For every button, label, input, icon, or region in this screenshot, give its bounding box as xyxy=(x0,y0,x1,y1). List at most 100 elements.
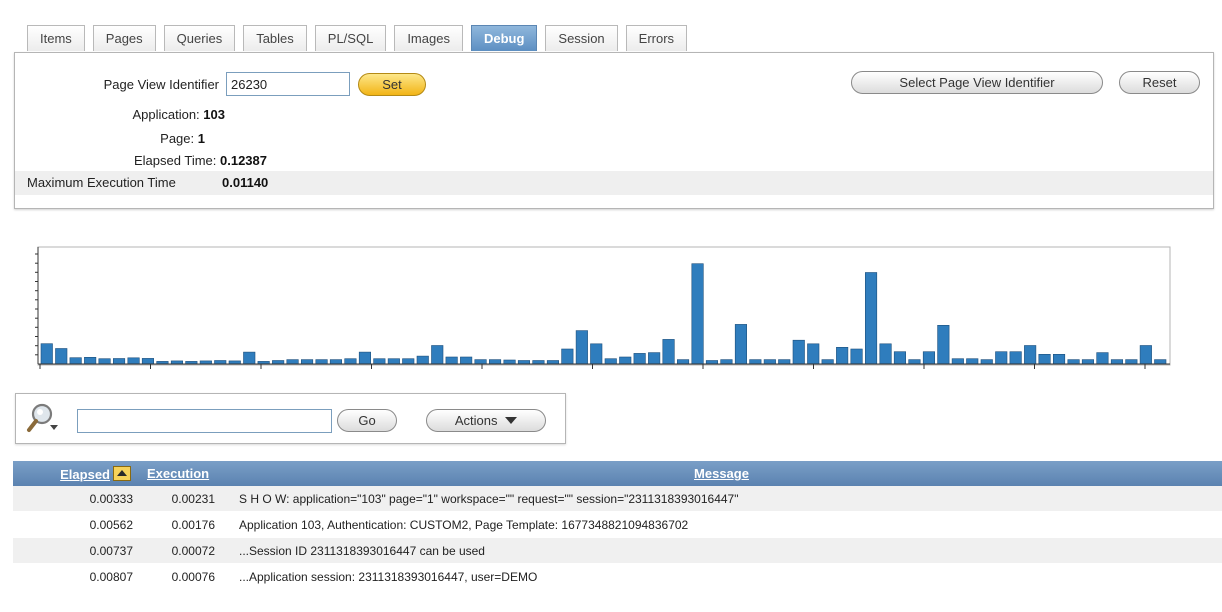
sort-ascending-icon[interactable] xyxy=(113,465,131,481)
chart-bar[interactable] xyxy=(517,360,531,365)
page-label: Page: xyxy=(160,131,195,146)
chart-bar[interactable] xyxy=(358,351,372,365)
application-row: Application: 103 xyxy=(15,107,225,122)
chart-bar[interactable] xyxy=(214,360,227,365)
chart-bar[interactable] xyxy=(676,359,690,365)
table-header-row: Elapsed Execution Message xyxy=(13,461,1222,486)
chart-bar[interactable] xyxy=(402,358,415,365)
chart-bar[interactable] xyxy=(807,343,820,365)
search-input[interactable] xyxy=(77,409,332,433)
chart-bar[interactable] xyxy=(1009,351,1022,365)
chart-bar[interactable] xyxy=(778,359,791,365)
chart-bar[interactable] xyxy=(590,343,603,365)
chart-bar[interactable] xyxy=(431,345,444,365)
chart-bar[interactable] xyxy=(1125,359,1138,365)
chart-bar[interactable] xyxy=(373,358,386,365)
chart-bar[interactable] xyxy=(300,359,314,365)
chart-bar[interactable] xyxy=(460,356,473,365)
tab-queries[interactable]: Queries xyxy=(163,25,236,51)
chart-bar[interactable] xyxy=(315,359,328,365)
chart-bar[interactable] xyxy=(1110,359,1123,365)
tab-images[interactable]: Images xyxy=(394,25,463,51)
tab-tables[interactable]: Tables xyxy=(243,25,307,51)
chart-bar[interactable] xyxy=(763,359,776,365)
execution-cell: 0.00176 xyxy=(139,511,221,538)
chart-bar[interactable] xyxy=(329,359,343,365)
actions-button[interactable]: Actions xyxy=(426,409,546,432)
chart-bar[interactable] xyxy=(1096,352,1109,365)
chart-bar[interactable] xyxy=(532,360,545,365)
message-cell: ...Session ID 2311318393016447 can be us… xyxy=(221,537,1222,564)
chart-bar[interactable] xyxy=(1154,359,1167,365)
chart-bar[interactable] xyxy=(922,351,936,365)
reset-button[interactable]: Reset xyxy=(1119,71,1200,94)
chart-bar[interactable] xyxy=(575,330,588,365)
column-execution[interactable]: Execution xyxy=(139,461,221,486)
chart-bar[interactable] xyxy=(937,325,950,365)
chart-bar[interactable] xyxy=(908,359,921,365)
chart-bar[interactable] xyxy=(40,343,53,365)
elapsed-cell: 0.00333 xyxy=(13,486,139,512)
chart-bar[interactable] xyxy=(1038,354,1051,365)
tab-errors[interactable]: Errors xyxy=(625,25,688,51)
chart-bar[interactable] xyxy=(141,358,154,365)
chart-bar[interactable] xyxy=(474,359,487,365)
column-message[interactable]: Message xyxy=(221,461,1222,486)
chart-bar[interactable] xyxy=(836,347,849,365)
tab-pages[interactable]: Pages xyxy=(92,25,156,51)
chart-bar[interactable] xyxy=(662,339,675,365)
chart-bar[interactable] xyxy=(55,348,68,365)
chart-bar[interactable] xyxy=(691,263,704,365)
chart-bar[interactable] xyxy=(561,348,574,365)
chart-bar[interactable] xyxy=(966,358,979,365)
chart-bar[interactable] xyxy=(286,359,299,365)
chart-bar[interactable] xyxy=(243,351,256,365)
chart-bar[interactable] xyxy=(951,358,964,365)
chart-bar[interactable] xyxy=(893,351,907,365)
chart-bar[interactable] xyxy=(604,358,617,365)
chart-bar[interactable] xyxy=(821,359,834,365)
tab-plsql[interactable]: PL/SQL xyxy=(314,25,387,51)
page-view-identifier-label: Page View Identifier xyxy=(103,77,219,92)
set-button[interactable]: Set xyxy=(358,73,426,96)
chart-bar[interactable] xyxy=(720,359,733,365)
chart-bar[interactable] xyxy=(749,359,762,365)
tab-debug[interactable]: Debug xyxy=(470,25,538,51)
chart-bar[interactable] xyxy=(272,360,285,365)
tab-session[interactable]: Session xyxy=(545,25,618,51)
chart-bar[interactable] xyxy=(1024,345,1037,365)
chart-bar[interactable] xyxy=(705,360,719,365)
chart-bar[interactable] xyxy=(113,358,126,365)
chart-bar[interactable] xyxy=(633,353,646,365)
chart-bar[interactable] xyxy=(344,358,357,365)
chart-bar[interactable] xyxy=(503,359,516,365)
chart-bar[interactable] xyxy=(879,343,892,365)
chart-bar[interactable] xyxy=(850,348,863,365)
chart-bar[interactable] xyxy=(416,355,429,365)
search-icon[interactable] xyxy=(26,401,62,435)
chart-bar[interactable] xyxy=(84,357,97,365)
tab-items[interactable]: Items xyxy=(27,25,85,51)
chart-bar[interactable] xyxy=(488,359,502,365)
chart-bar[interactable] xyxy=(127,357,140,365)
chart-bar[interactable] xyxy=(1139,345,1152,365)
chart-bar[interactable] xyxy=(1052,354,1066,365)
page-view-identifier-input[interactable] xyxy=(226,72,350,96)
chart-bar[interactable] xyxy=(995,351,1008,365)
chart-bar[interactable] xyxy=(734,324,748,365)
chart-bar[interactable] xyxy=(792,339,805,365)
chart-bar[interactable] xyxy=(69,357,82,365)
select-page-view-identifier-button[interactable]: Select Page View Identifier xyxy=(851,71,1103,94)
chart-bar[interactable] xyxy=(648,352,661,365)
chart-bar[interactable] xyxy=(619,356,632,365)
chart-bar[interactable] xyxy=(980,359,993,365)
chart-bar[interactable] xyxy=(546,360,560,365)
chart-bar[interactable] xyxy=(1081,359,1094,365)
column-elapsed[interactable]: Elapsed xyxy=(13,461,139,486)
chart-bar[interactable] xyxy=(387,358,400,365)
chart-bar[interactable] xyxy=(98,358,111,365)
chart-bar[interactable] xyxy=(864,272,878,365)
chart-bar[interactable] xyxy=(1067,359,1080,365)
go-button[interactable]: Go xyxy=(337,409,397,432)
chart-bar[interactable] xyxy=(445,356,458,365)
